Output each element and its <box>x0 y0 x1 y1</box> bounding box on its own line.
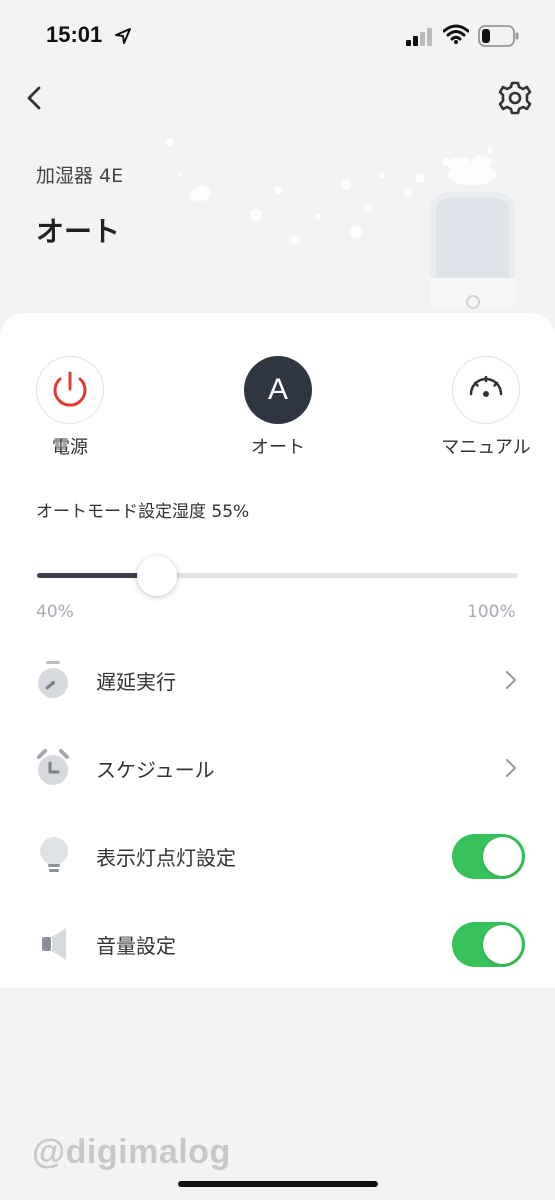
power-icon <box>53 371 86 407</box>
chevron-left-icon <box>27 86 41 110</box>
volume-row: 音量設定 <box>0 904 555 984</box>
slider-min-label: 40% <box>36 602 74 622</box>
speaker-icon <box>42 928 66 960</box>
schedule-label: スケジュール <box>96 758 215 782</box>
delay-timer-row[interactable]: 遅延実行 <box>0 640 555 720</box>
status-bar: 15:01 <box>0 0 555 70</box>
mode-title: オート <box>36 215 121 248</box>
chevron-right-icon <box>506 759 516 777</box>
manual-mode-button[interactable] <box>452 356 520 424</box>
chevron-right-icon <box>506 671 516 689</box>
humidifier-illustration <box>166 138 515 309</box>
auto-mode-button[interactable]: A <box>244 356 312 424</box>
humidity-slider-thumb[interactable] <box>137 556 177 596</box>
status-time: 15:01 <box>46 22 103 47</box>
watermark-text: @digimalog <box>32 1133 231 1171</box>
stopwatch-icon <box>38 661 68 698</box>
volume-toggle[interactable] <box>452 922 525 967</box>
alarm-clock-icon <box>37 749 69 785</box>
battery-icon <box>478 25 519 47</box>
schedule-row[interactable]: スケジュール <box>0 728 555 808</box>
humidity-setting-label: オートモード設定湿度 55% <box>36 502 250 522</box>
device-name: 加湿器 4E <box>36 165 124 187</box>
delay-timer-label: 遅延実行 <box>96 670 176 694</box>
power-button[interactable] <box>36 356 104 424</box>
settings-button[interactable] <box>494 78 536 118</box>
location-arrow-icon <box>115 28 131 44</box>
manual-mode-label: マニュアル <box>441 437 531 458</box>
gear-icon <box>498 81 532 115</box>
auto-mode-label: オート <box>251 437 305 458</box>
slider-max-label: 100% <box>467 602 516 622</box>
power-label: 電源 <box>52 437 88 458</box>
gauge-icon <box>469 375 502 397</box>
home-indicator[interactable] <box>178 1181 378 1187</box>
cellular-signal-icon <box>406 28 432 46</box>
toggle-knob <box>483 925 522 964</box>
toggle-knob <box>483 837 522 876</box>
light-bulb-icon <box>40 837 68 872</box>
indicator-light-toggle[interactable] <box>452 834 525 879</box>
back-button[interactable] <box>20 80 52 116</box>
indicator-light-label: 表示灯点灯設定 <box>96 846 236 870</box>
volume-label: 音量設定 <box>96 934 176 958</box>
indicator-light-row: 表示灯点灯設定 <box>0 816 555 896</box>
humidity-slider[interactable] <box>37 556 518 596</box>
control-panel: 電源 A オート マニュアル オートモード設定湿度 55% 40% 100% 遅… <box>0 313 555 988</box>
auto-mode-glyph: A <box>267 373 288 406</box>
wifi-icon <box>443 24 469 44</box>
